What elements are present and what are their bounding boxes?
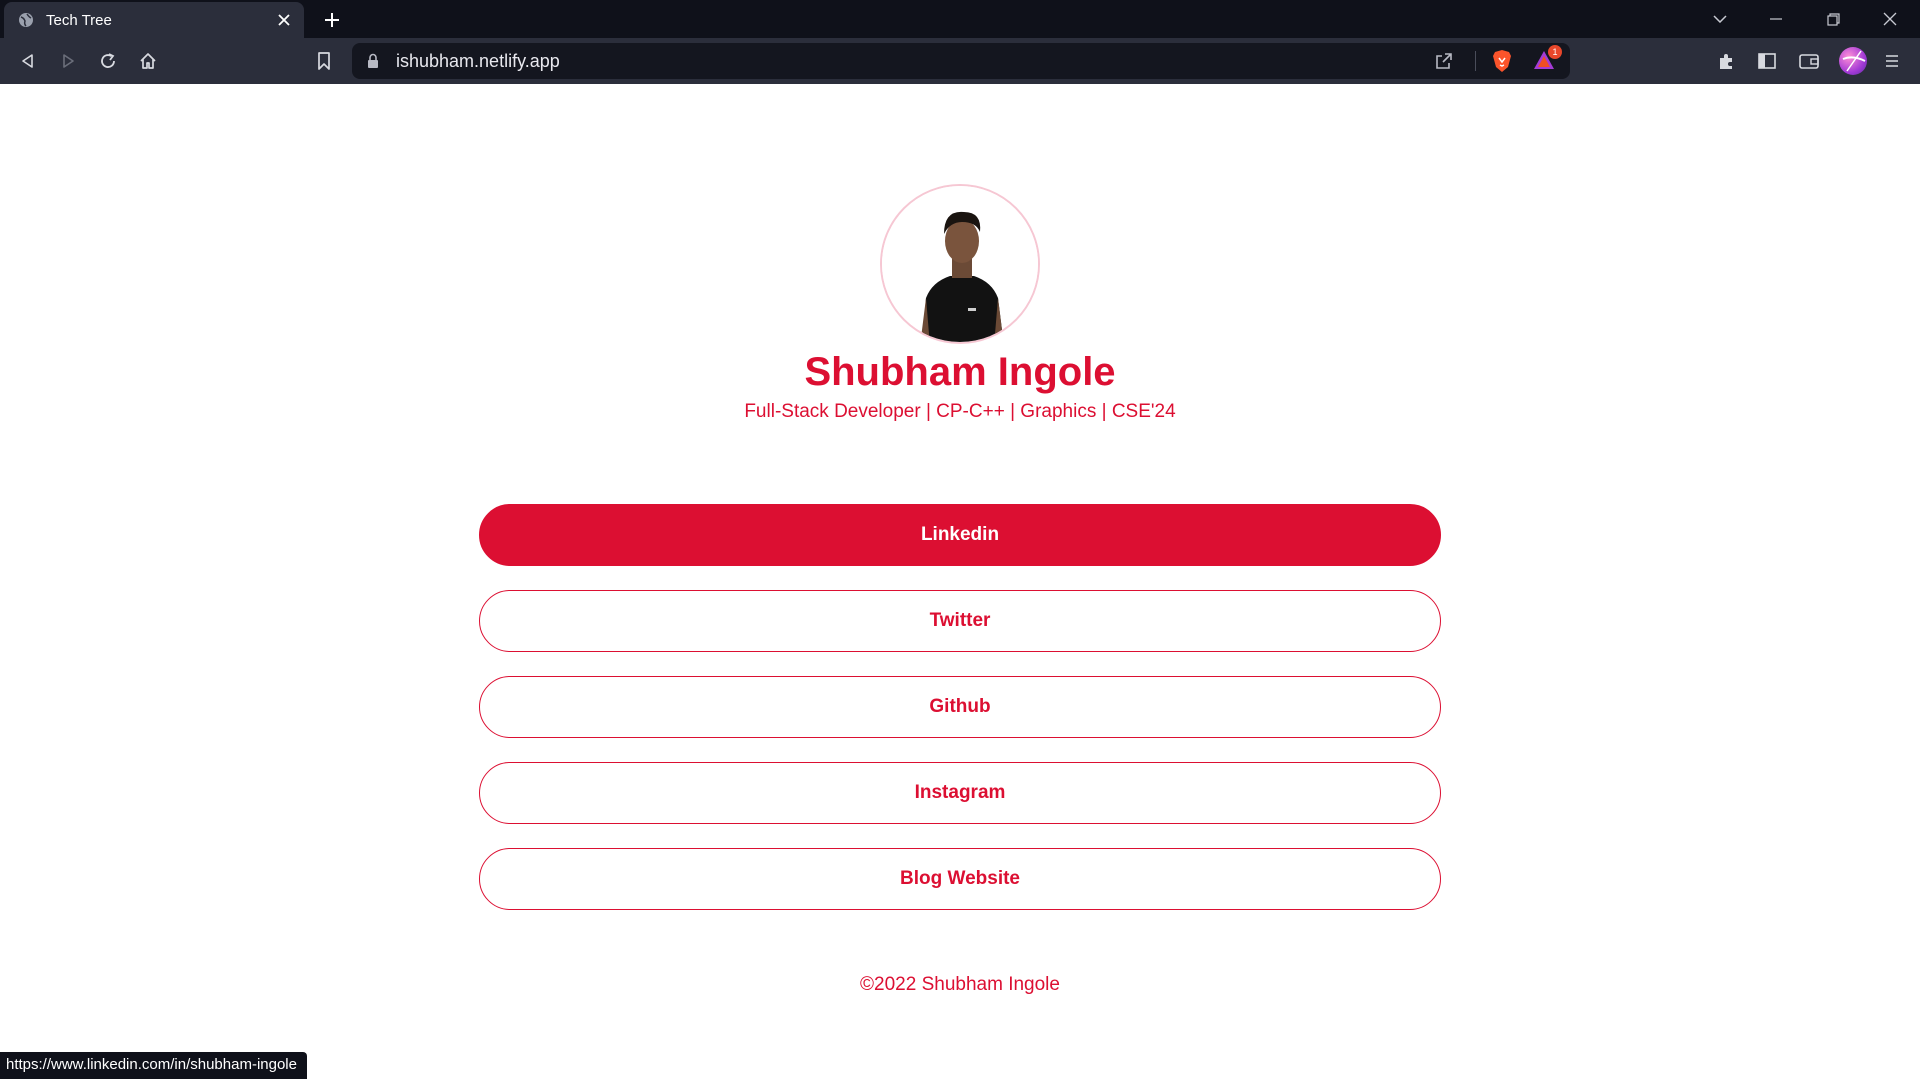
extensions-puzzle-icon[interactable] <box>1712 47 1740 75</box>
linkedin-link-button[interactable]: Linkedin <box>479 504 1441 566</box>
footer-copyright: ©2022 Shubham Ingole <box>860 974 1060 995</box>
browser-titlebar: Tech Tree <box>0 0 1920 38</box>
instagram-link-button[interactable]: Instagram <box>479 762 1441 824</box>
reload-icon[interactable] <box>94 47 122 75</box>
divider <box>1475 51 1476 71</box>
browser-toolbar: ishubham.netlify.app 1 <box>0 38 1920 84</box>
back-icon[interactable] <box>14 47 42 75</box>
twitter-link-button[interactable]: Twitter <box>479 590 1441 652</box>
browser-tab[interactable]: Tech Tree <box>4 2 304 38</box>
globe-icon <box>18 12 34 28</box>
minimize-button[interactable] <box>1756 4 1796 34</box>
blog-website-link-button[interactable]: Blog Website <box>479 848 1441 910</box>
brave-rewards-icon[interactable]: 1 <box>1532 45 1562 73</box>
links-list: Linkedin Twitter Github Instagram Blog W… <box>479 504 1441 934</box>
profile-name: Shubham Ingole <box>804 350 1116 394</box>
tab-search-chevron-icon[interactable] <box>1700 4 1740 34</box>
restore-button[interactable] <box>1813 4 1853 34</box>
bookmark-icon[interactable] <box>310 47 338 75</box>
new-tab-button[interactable] <box>320 8 344 32</box>
brave-shields-icon[interactable] <box>1490 49 1514 73</box>
github-link-button[interactable]: Github <box>479 676 1441 738</box>
sidebar-icon[interactable] <box>1753 47 1781 75</box>
wallet-icon[interactable] <box>1795 47 1823 75</box>
tab-title: Tech Tree <box>46 11 112 29</box>
profile-tagline: Full-Stack Developer | CP-C++ | Graphics… <box>744 401 1176 422</box>
close-window-button[interactable] <box>1870 4 1910 34</box>
rewards-badge: 1 <box>1548 45 1562 59</box>
profile-avatar-icon[interactable] <box>1839 47 1867 75</box>
status-bar-url: https://www.linkedin.com/in/shubham-ingo… <box>0 1052 307 1079</box>
close-tab-icon[interactable] <box>274 10 294 30</box>
lock-icon <box>366 53 380 69</box>
forward-icon[interactable] <box>54 47 82 75</box>
menu-icon[interactable] <box>1878 47 1906 75</box>
url-text[interactable]: ishubham.netlify.app <box>396 51 1431 72</box>
share-icon[interactable] <box>1431 48 1457 74</box>
home-icon[interactable] <box>134 47 162 75</box>
page-content: Shubham Ingole Full-Stack Developer | CP… <box>0 84 1920 1080</box>
profile-photo <box>880 184 1040 344</box>
address-bar[interactable]: ishubham.netlify.app 1 <box>352 43 1570 79</box>
